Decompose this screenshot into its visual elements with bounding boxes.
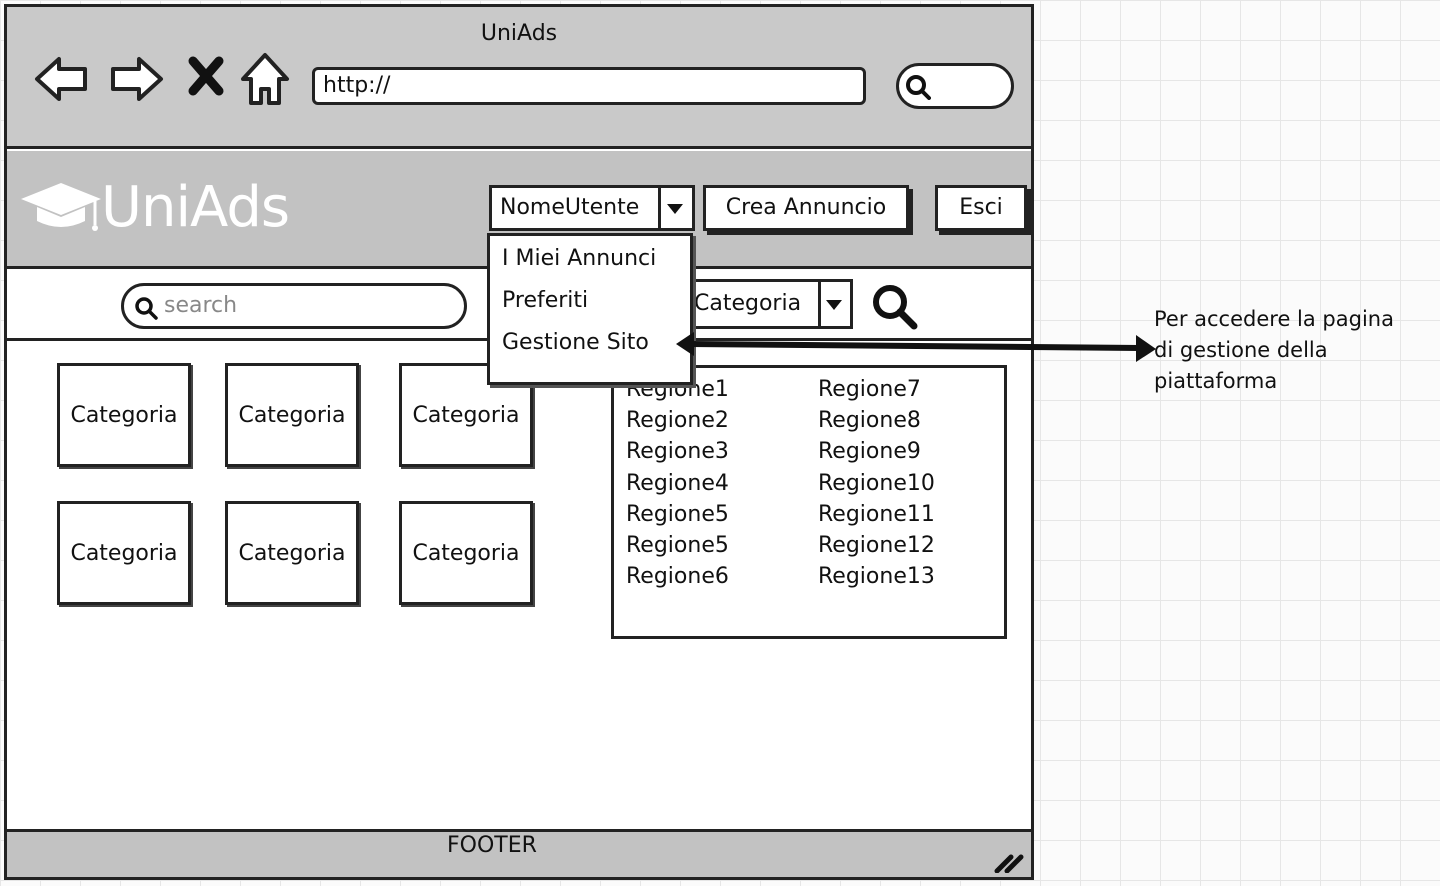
region-column-2: Regione7 Regione8 Regione9 Regione10 Reg… — [818, 374, 935, 592]
region-link[interactable]: Regione8 — [818, 405, 935, 436]
category-select[interactable]: Categoria — [689, 279, 853, 329]
region-link[interactable]: Regione5 — [626, 499, 729, 530]
chevron-down-icon — [667, 204, 683, 214]
graduation-cap-icon — [21, 183, 101, 231]
logout-button[interactable]: Esci — [935, 185, 1027, 231]
annotation-line: di gestione della — [1154, 338, 1328, 362]
search-input[interactable]: search — [121, 283, 467, 329]
region-column-1: Regione1 Regione2 Regione3 Regione4 Regi… — [626, 374, 729, 592]
footer-label: FOOTER — [447, 833, 537, 858]
search-icon — [906, 75, 931, 100]
region-link[interactable]: Regione13 — [818, 561, 935, 592]
category-select-toggle[interactable] — [818, 282, 850, 326]
category-select-label: Categoria — [694, 291, 802, 316]
region-link[interactable]: Regione5 — [626, 530, 729, 561]
category-tile[interactable]: Categoria — [57, 363, 191, 467]
region-link[interactable]: Regione3 — [626, 436, 729, 467]
region-link[interactable]: Regione10 — [818, 468, 935, 499]
logo-text: UniAds — [101, 175, 290, 240]
annotation-note: Per accedere la pagina di gestione della… — [1154, 304, 1434, 397]
region-link[interactable]: Regione4 — [626, 468, 729, 499]
url-field[interactable]: http:// — [312, 67, 866, 105]
search-placeholder: search — [164, 293, 238, 318]
browser-window: UniAds http:// UniAds NomeUtente Crea An… — [4, 4, 1034, 880]
menu-item-site-management[interactable]: Gestione Sito — [502, 328, 649, 358]
search-icon[interactable] — [871, 283, 919, 331]
forward-icon[interactable] — [105, 49, 165, 109]
region-link[interactable]: Regione7 — [818, 374, 935, 405]
user-dropdown-menu: I Miei Annunci Preferiti Gestione Sito — [487, 233, 693, 385]
annotation-line: Per accedere la pagina — [1154, 307, 1394, 331]
region-link[interactable]: Regione11 — [818, 499, 935, 530]
region-link[interactable]: Regione12 — [818, 530, 935, 561]
search-icon — [135, 297, 158, 320]
region-link[interactable]: Regione2 — [626, 405, 729, 436]
home-icon[interactable] — [235, 49, 295, 109]
menu-item-favorites[interactable]: Preferiti — [502, 286, 588, 316]
category-tile[interactable]: Categoria — [57, 501, 191, 605]
browser-toolbar: UniAds http:// — [7, 7, 1031, 149]
region-list: Regione1 Regione2 Regione3 Regione4 Regi… — [611, 365, 1007, 639]
user-menu-dropdown[interactable]: NomeUtente — [489, 185, 695, 231]
annotation-line: piattaforma — [1154, 369, 1278, 393]
site-logo[interactable]: UniAds — [19, 173, 290, 253]
user-menu-toggle[interactable] — [658, 188, 692, 228]
category-tile[interactable]: Categoria — [399, 501, 533, 605]
region-link[interactable]: Regione9 — [818, 436, 935, 467]
menu-item-my-ads[interactable]: I Miei Annunci — [502, 244, 656, 274]
browser-search-field[interactable] — [896, 63, 1014, 109]
user-menu-label: NomeUtente — [500, 195, 640, 220]
page-footer: FOOTER — [7, 829, 1031, 877]
region-link[interactable]: Regione6 — [626, 561, 729, 592]
create-ad-button[interactable]: Crea Annuncio — [703, 185, 909, 231]
chevron-down-icon — [826, 300, 842, 310]
category-tile[interactable]: Categoria — [225, 501, 359, 605]
category-tile[interactable]: Categoria — [225, 363, 359, 467]
window-title: UniAds — [480, 21, 558, 46]
back-icon[interactable] — [33, 49, 93, 109]
resize-grip-icon[interactable] — [993, 851, 1025, 873]
close-icon[interactable] — [183, 53, 229, 99]
